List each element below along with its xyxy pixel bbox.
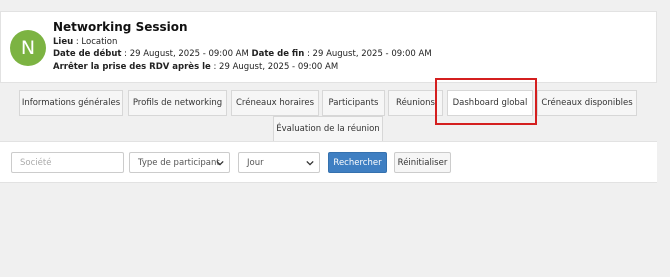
type-participant-select[interactable]: Type de participant: [129, 152, 230, 173]
location-line: Lieu : Location: [53, 37, 117, 47]
chevron-down-icon: [306, 160, 314, 166]
chevron-down-icon: [216, 160, 224, 166]
stop-booking-label: Arrêter la prise des RDV après le: [53, 62, 211, 72]
tab-participants[interactable]: Participants: [322, 90, 385, 116]
tab-evaluation-reunion[interactable]: Évaluation de la réunion: [273, 116, 383, 142]
end-date-label: Date de fin: [251, 49, 305, 59]
societe-placeholder: Société: [20, 157, 52, 168]
stop-booking-value: : 29 August, 2025 - 09:00 AM: [210, 62, 339, 72]
tab-profils-networking[interactable]: Profils de networking: [128, 90, 227, 116]
type-participant-value: Type de participant: [138, 157, 220, 168]
start-date-value: : 29 August, 2025 - 09:00 AM: [121, 49, 252, 59]
end-date-value: : 29 August, 2025 - 09:00 AM: [304, 49, 432, 59]
reset-button[interactable]: Réinitialiser: [394, 152, 451, 173]
start-date-label: Date de début: [53, 49, 122, 59]
location-value: : Location: [73, 37, 118, 47]
societe-input[interactable]: Société: [11, 152, 124, 173]
tab-informations-generales[interactable]: Informations générales: [19, 90, 123, 116]
session-title: Networking Session: [53, 20, 188, 34]
tab-creneaux-horaires[interactable]: Créneaux horaires: [231, 90, 319, 116]
jour-value: Jour: [247, 157, 264, 168]
filter-panel: Société Type de participant Jour Recherc…: [0, 141, 657, 183]
location-label: Lieu: [53, 37, 74, 47]
search-button[interactable]: Rechercher: [328, 152, 387, 173]
jour-select[interactable]: Jour: [238, 152, 320, 173]
dates-line: Date de début : 29 August, 2025 - 09:00 …: [53, 49, 432, 59]
highlight-box: [435, 78, 537, 125]
stop-booking-line: Arrêter la prise des RDV après le : 29 A…: [53, 62, 338, 72]
tab-creneaux-disponibles[interactable]: Créneaux disponibles: [537, 90, 637, 116]
avatar: N: [10, 30, 46, 66]
session-card: N Networking Session Lieu : Location Dat…: [0, 11, 657, 83]
